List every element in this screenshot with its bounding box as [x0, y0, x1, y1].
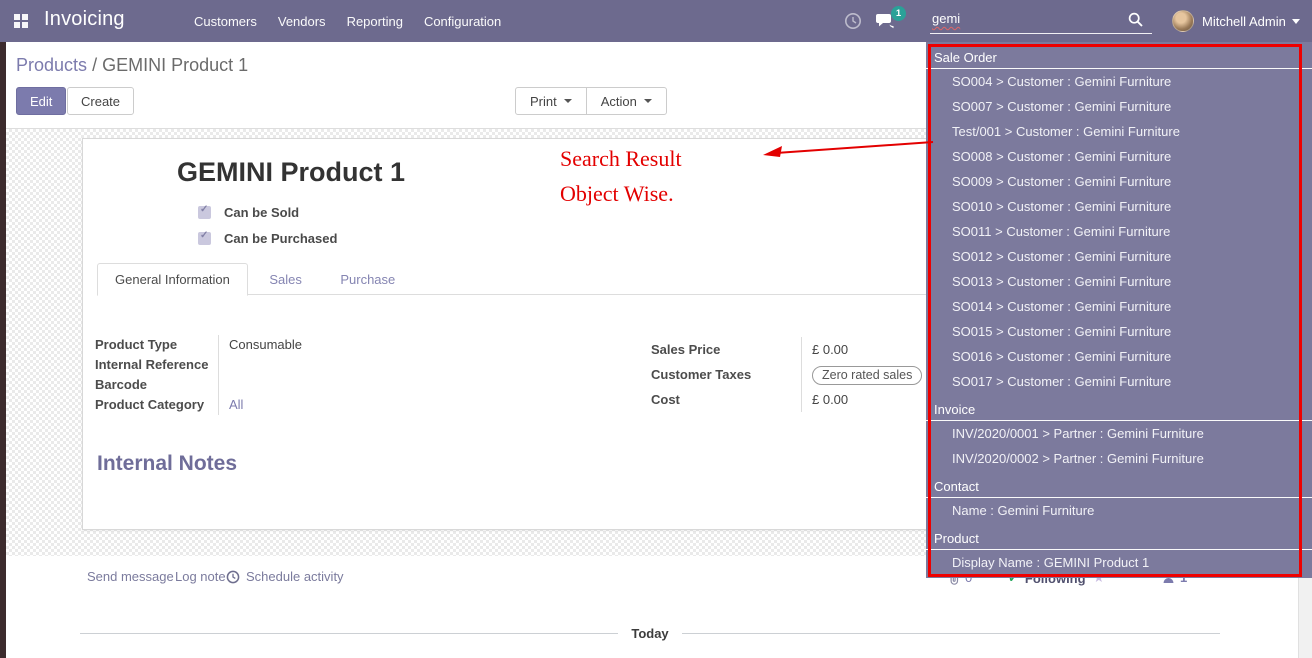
annotation-line2: Object Wise. — [560, 181, 674, 207]
product-category-label: Product Category — [95, 395, 218, 415]
activities-clock-icon[interactable] — [844, 12, 862, 30]
schedule-activity-link[interactable]: Schedule activity — [226, 569, 344, 584]
clock-icon — [226, 570, 240, 584]
sales-price-label: Sales Price — [651, 337, 801, 362]
print-button[interactable]: Print — [516, 88, 586, 114]
can-be-sold-label: Can be Sold — [224, 205, 299, 220]
search-result-item[interactable]: SO015 > Customer : Gemini Furniture — [926, 319, 1312, 344]
search-icon[interactable] — [1128, 12, 1143, 27]
search-result-item[interactable]: INV/2020/0002 > Partner : Gemini Furnitu… — [926, 446, 1312, 471]
divider-line — [682, 633, 1220, 634]
internal-notes-heading: Internal Notes — [97, 452, 237, 476]
product-title: GEMINI Product 1 — [177, 157, 405, 188]
log-note-link[interactable]: Log note — [175, 569, 226, 584]
product-type-label: Product Type — [95, 335, 218, 355]
search-result-item[interactable]: SO007 > Customer : Gemini Furniture — [926, 94, 1312, 119]
search-result-item[interactable]: SO014 > Customer : Gemini Furniture — [926, 294, 1312, 319]
search-result-item[interactable]: Test/001 > Customer : Gemini Furniture — [926, 119, 1312, 144]
search-group-contact: Contact Name : Gemini Furniture — [926, 471, 1312, 523]
product-type-value: Consumable — [229, 335, 409, 355]
schedule-activity-label: Schedule activity — [246, 569, 344, 584]
can-be-purchased-checkbox[interactable] — [198, 232, 211, 245]
tab-general-information[interactable]: General Information — [97, 263, 248, 296]
tab-purchase[interactable]: Purchase — [323, 264, 412, 295]
breadcrumb: Products / GEMINI Product 1 — [16, 55, 248, 76]
field-group-right: Sales Price Customer Taxes Cost £ 0.00 Z… — [651, 337, 952, 412]
can-be-sold-checkbox[interactable] — [198, 206, 211, 219]
scrollbar[interactable] — [1298, 578, 1312, 658]
edit-button[interactable]: Edit — [16, 87, 66, 115]
action-button[interactable]: Action — [586, 88, 666, 114]
chevron-down-icon — [564, 99, 572, 103]
search-results-dropdown: Sale Order SO004 > Customer : Gemini Fur… — [926, 42, 1312, 578]
user-avatar[interactable] — [1172, 10, 1194, 32]
search-result-item[interactable]: INV/2020/0001 > Partner : Gemini Furnitu… — [926, 421, 1312, 446]
field-group-left: Product Type Internal Reference Barcode … — [95, 335, 409, 415]
search-result-item[interactable]: SO013 > Customer : Gemini Furniture — [926, 269, 1312, 294]
search-group-header: Contact — [926, 471, 1312, 498]
breadcrumb-products-link[interactable]: Products — [16, 55, 87, 75]
search-result-item[interactable]: SO009 > Customer : Gemini Furniture — [926, 169, 1312, 194]
search-group-invoice: Invoice INV/2020/0001 > Partner : Gemini… — [926, 394, 1312, 471]
today-divider: Today — [80, 626, 1220, 641]
can-be-sold-row: Can be Sold — [198, 205, 299, 220]
customer-taxes-label: Customer Taxes — [651, 362, 801, 387]
search-group-header: Invoice — [926, 394, 1312, 421]
annotation-arrow — [752, 137, 937, 163]
nav-menus: Customers Vendors Reporting Configuratio… — [194, 0, 501, 42]
today-label: Today — [631, 626, 668, 641]
menu-vendors[interactable]: Vendors — [278, 14, 326, 29]
internal-reference-value — [229, 355, 409, 375]
top-navbar: Invoicing Customers Vendors Reporting Co… — [0, 0, 1312, 42]
menu-reporting[interactable]: Reporting — [347, 14, 403, 29]
search-result-item[interactable]: Name : Gemini Furniture — [926, 498, 1312, 523]
tab-sales[interactable]: Sales — [252, 264, 319, 295]
can-be-purchased-row: Can be Purchased — [198, 231, 337, 246]
divider-line — [80, 633, 618, 634]
breadcrumb-separator: / — [92, 55, 97, 75]
search-group-header: Sale Order — [926, 42, 1312, 69]
breadcrumb-current: GEMINI Product 1 — [102, 55, 248, 75]
search-group-product: Product Display Name : GEMINI Product 1 — [926, 523, 1312, 575]
cost-label: Cost — [651, 387, 801, 412]
chevron-down-icon — [644, 99, 652, 103]
product-category-value[interactable]: All — [229, 395, 409, 415]
search-result-item[interactable]: SO012 > Customer : Gemini Furniture — [926, 244, 1312, 269]
search-result-item[interactable]: SO004 > Customer : Gemini Furniture — [926, 69, 1312, 94]
apps-grid-icon[interactable] — [14, 14, 28, 28]
print-action-button-group: Print Action — [515, 87, 667, 115]
can-be-purchased-label: Can be Purchased — [224, 231, 337, 246]
print-button-label: Print — [530, 94, 557, 109]
search-result-item[interactable]: Display Name : GEMINI Product 1 — [926, 550, 1312, 575]
user-menu[interactable]: Mitchell Admin — [1202, 14, 1286, 29]
search-group-sale-order: Sale Order SO004 > Customer : Gemini Fur… — [926, 42, 1312, 394]
send-message-link[interactable]: Send message — [87, 569, 174, 584]
search-group-header: Product — [926, 523, 1312, 550]
barcode-value — [229, 375, 409, 395]
app-window: Invoicing Customers Vendors Reporting Co… — [0, 0, 1312, 658]
tax-tag: Zero rated sales — [812, 366, 922, 385]
search-result-item[interactable]: SO016 > Customer : Gemini Furniture — [926, 344, 1312, 369]
search-result-item[interactable]: SO011 > Customer : Gemini Furniture — [926, 219, 1312, 244]
action-button-label: Action — [601, 94, 637, 109]
barcode-label: Barcode — [95, 375, 218, 395]
annotation-line1: Search Result — [560, 146, 682, 172]
menu-customers[interactable]: Customers — [194, 14, 257, 29]
search-query-text: gemi — [932, 11, 960, 26]
app-title[interactable]: Invoicing — [44, 8, 125, 31]
internal-reference-label: Internal Reference — [95, 355, 218, 375]
search-input[interactable]: gemi — [930, 7, 1152, 34]
chevron-down-icon — [1292, 19, 1300, 24]
create-button[interactable]: Create — [67, 87, 134, 115]
search-result-item[interactable]: SO008 > Customer : Gemini Furniture — [926, 144, 1312, 169]
search-result-item[interactable]: SO010 > Customer : Gemini Furniture — [926, 194, 1312, 219]
menu-configuration[interactable]: Configuration — [424, 14, 501, 29]
search-result-item[interactable]: SO017 > Customer : Gemini Furniture — [926, 369, 1312, 394]
message-count-badge: 1 — [891, 6, 906, 21]
